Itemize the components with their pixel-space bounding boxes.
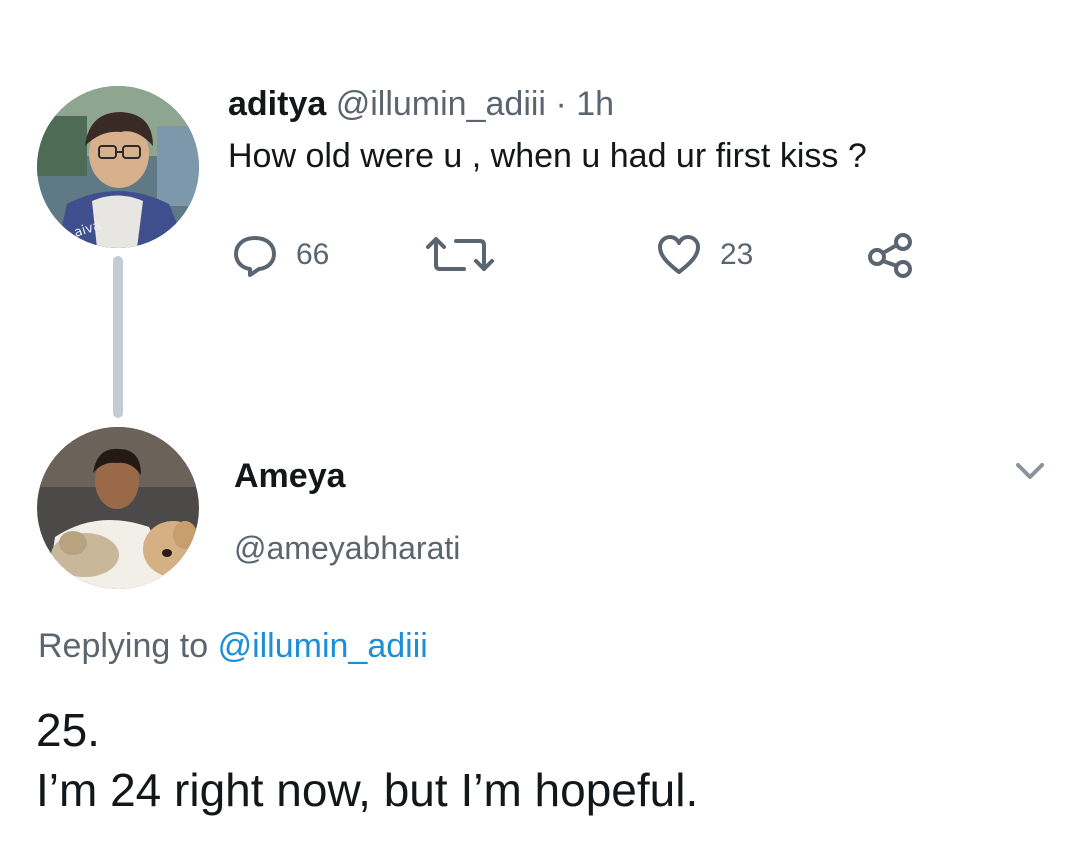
reply-handle[interactable]: @ameyabharati — [234, 528, 460, 568]
like-count: 23 — [720, 238, 754, 271]
share-action[interactable] — [866, 230, 916, 280]
parent-handle[interactable]: @illumin_adiii — [336, 85, 546, 123]
like-action[interactable]: 23 — [656, 230, 753, 280]
parent-tweet-header: aditya @illumin_adiii · 1h — [228, 84, 614, 124]
retweet-action[interactable] — [418, 230, 502, 280]
parent-display-name[interactable]: aditya — [228, 85, 326, 123]
parent-avatar[interactable] — [37, 86, 199, 248]
retweet-icon — [418, 235, 502, 275]
reply-count: 66 — [296, 238, 330, 271]
parent-timestamp[interactable]: 1h — [576, 85, 614, 123]
reply-text-line: 25. — [36, 704, 100, 756]
reply-display-name[interactable]: Ameya — [234, 456, 346, 496]
heart-icon — [656, 234, 702, 276]
reply-text-line: I’m 24 right now, but I’m hopeful. — [36, 764, 699, 816]
separator-dot: · — [555, 85, 567, 123]
thread-line — [113, 256, 123, 418]
replying-to-label: Replying to — [38, 627, 209, 665]
parent-tweet-text: How old were u , when u had ur first kis… — [228, 137, 867, 175]
reply-bubble-icon — [232, 233, 278, 277]
replying-to-line: Replying to @illumin_adiii — [38, 626, 428, 666]
reply-tweet-text: 25. I’m 24 right now, but I’m hopeful. — [36, 700, 698, 820]
reply-avatar[interactable] — [37, 427, 199, 589]
share-icon — [866, 232, 916, 278]
replying-to-mention[interactable]: @illumin_adiii — [218, 627, 428, 665]
chevron-down-icon[interactable] — [1012, 456, 1048, 486]
reply-action[interactable]: 66 — [232, 230, 329, 280]
